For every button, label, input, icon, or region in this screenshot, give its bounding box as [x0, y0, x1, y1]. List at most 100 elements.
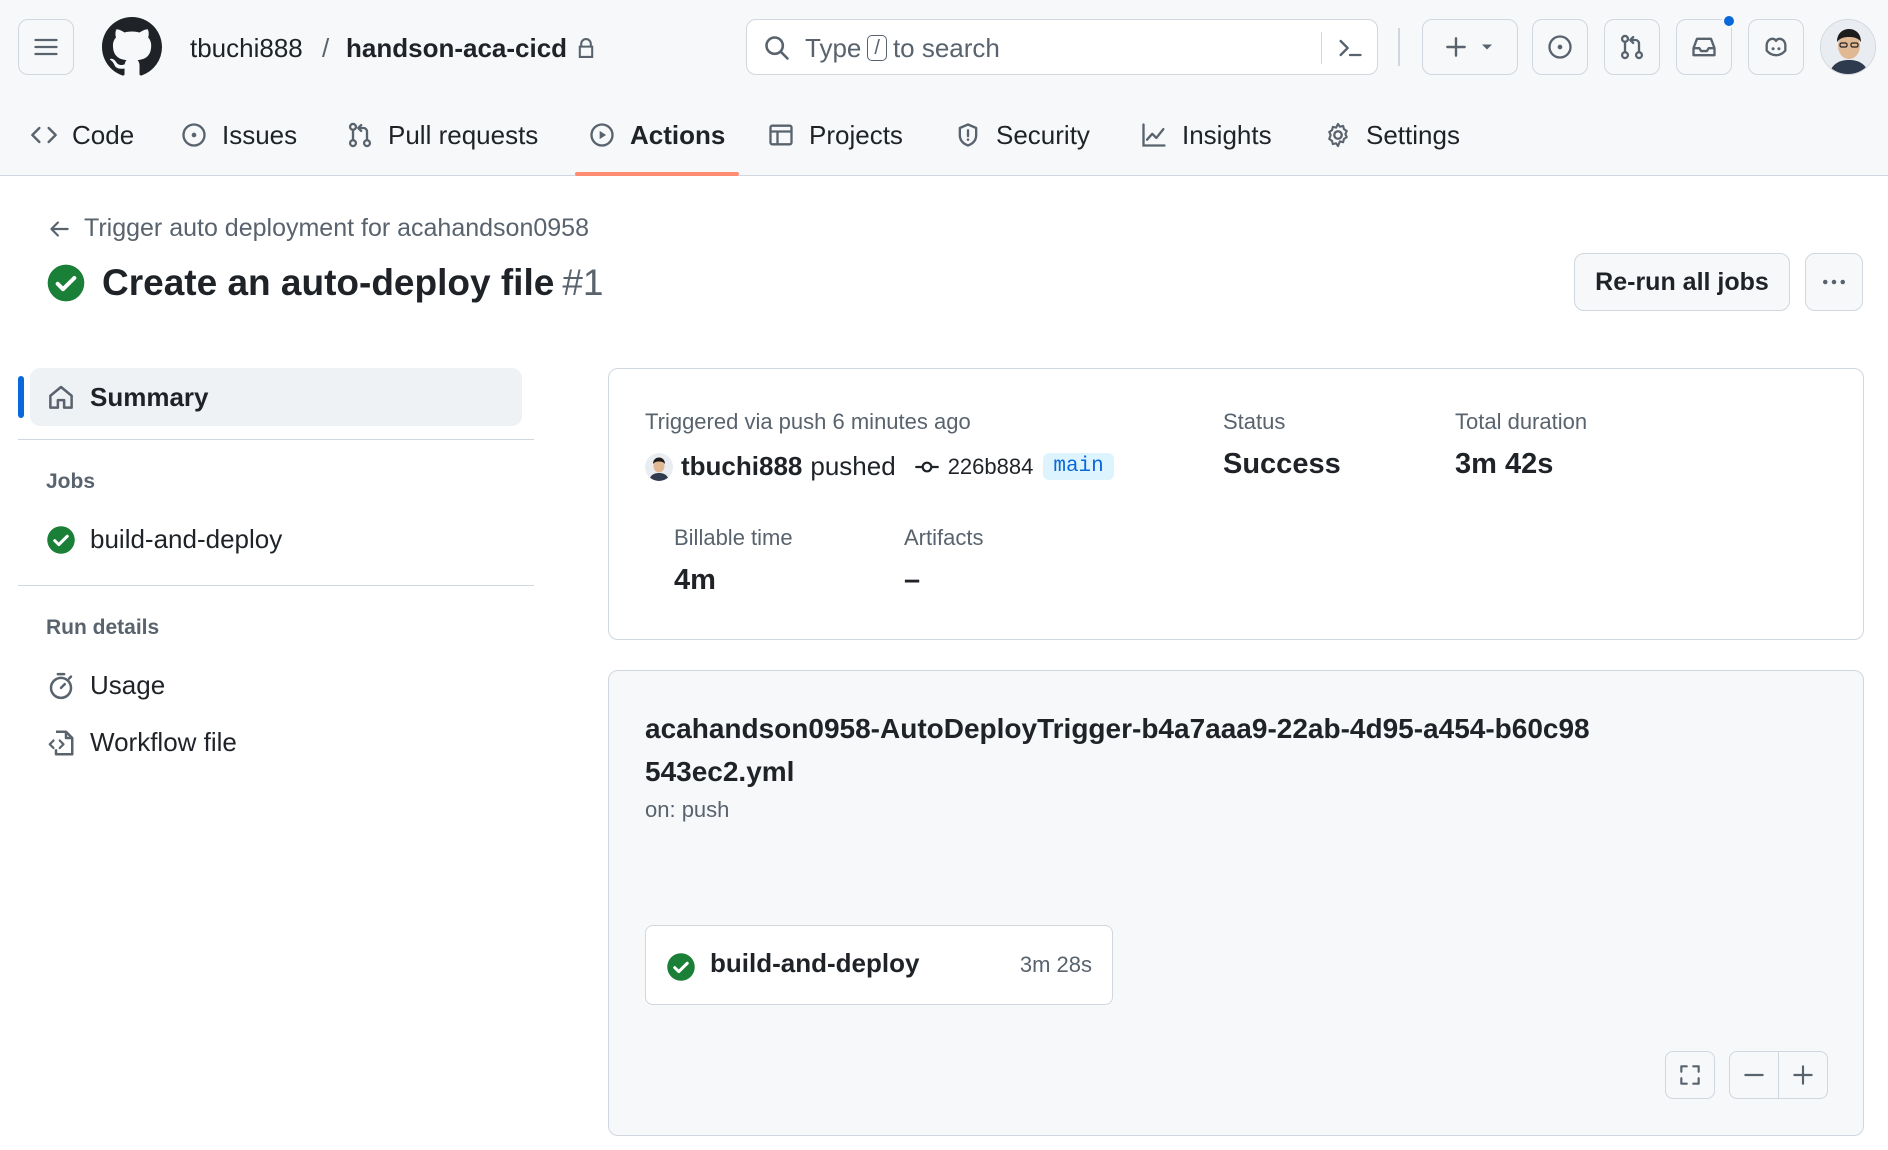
tab-issues-label: Issues	[222, 119, 298, 150]
tab-security-label: Security	[996, 119, 1090, 150]
header-divider	[1398, 28, 1400, 66]
plus-icon	[1446, 37, 1466, 57]
tab-code-label: Code	[72, 119, 135, 150]
sidebar-job-label: build-and-deploy	[90, 524, 283, 554]
billable-time-value: 4m	[674, 564, 716, 596]
git-commit-icon	[914, 461, 939, 472]
sidebar-item-workflow-file[interactable]: Workflow file	[46, 727, 237, 758]
github-logo-icon[interactable]	[102, 17, 162, 77]
tab-pull-requests[interactable]: Pull requests	[346, 110, 538, 160]
artifacts-label: Artifacts	[904, 525, 984, 550]
table-icon	[769, 124, 793, 146]
user-avatar[interactable]	[1820, 19, 1876, 75]
zoom-out-button[interactable]	[1729, 1051, 1779, 1099]
avatar-image	[1821, 20, 1875, 74]
tab-projects[interactable]: Projects	[767, 110, 903, 160]
repo-link[interactable]: handson-aca-cicd	[346, 28, 567, 68]
home-icon	[49, 385, 73, 409]
tab-actions[interactable]: Actions	[588, 110, 725, 160]
issue-icon	[1548, 35, 1572, 59]
tab-issues[interactable]: Issues	[180, 110, 297, 160]
tab-settings[interactable]: Settings	[1324, 110, 1460, 160]
kebab-horizontal-icon	[1823, 279, 1845, 285]
tab-projects-label: Projects	[809, 119, 903, 150]
run-summary-card: Triggered via push 6 minutes ago tbuchi8…	[608, 368, 1864, 640]
global-header: tbuchi888 / handson-aca-cicd Type / to s…	[0, 0, 1888, 176]
search-placeholder-prefix: Type	[805, 33, 862, 63]
jobs-heading: Jobs	[46, 470, 96, 493]
inbox-button[interactable]	[1676, 19, 1732, 75]
create-new-button[interactable]	[1422, 19, 1518, 75]
command-palette-icon[interactable]	[1335, 34, 1365, 62]
run-details-heading: Run details	[46, 616, 160, 639]
owner-link[interactable]: tbuchi888	[190, 28, 303, 68]
plus-icon	[1793, 1065, 1813, 1085]
stopwatch-icon	[49, 672, 73, 699]
tab-actions-label: Actions	[630, 119, 726, 150]
avatar-image	[645, 452, 673, 481]
code-icon	[31, 126, 57, 144]
pusher-avatar[interactable]	[645, 452, 673, 481]
shield-icon	[958, 123, 978, 147]
tab-pull-requests-label: Pull requests	[388, 119, 539, 150]
workflow-file-name: acahandson0958-AutoDeployTrigger-b4a7aaa…	[645, 713, 1590, 787]
issue-icon	[182, 123, 206, 147]
menu-button[interactable]	[18, 19, 74, 75]
check-circle-fill-icon	[667, 953, 695, 981]
issues-button[interactable]	[1532, 19, 1588, 75]
tab-insights-label: Insights	[1182, 119, 1272, 150]
run-number: #1	[562, 262, 604, 303]
job-node-duration: 3m 28s	[1019, 952, 1092, 977]
summary-selected-indicator	[18, 376, 24, 418]
fullscreen-button[interactable]	[1665, 1051, 1715, 1099]
sidebar-divider	[18, 439, 534, 440]
pull-requests-button[interactable]	[1604, 19, 1660, 75]
run-title: Create an auto-deploy file #1	[46, 262, 603, 304]
pusher-name[interactable]: tbuchi888	[681, 451, 802, 482]
branch-label[interactable]: main	[1043, 453, 1114, 480]
notification-indicator	[1722, 14, 1736, 28]
sidebar-divider	[18, 585, 534, 586]
inbox-icon	[1692, 37, 1716, 57]
triangle-down-icon	[1482, 44, 1492, 50]
sidebar-job-build-and-deploy[interactable]: build-and-deploy	[46, 524, 282, 555]
copilot-button[interactable]	[1748, 19, 1804, 75]
tab-insights[interactable]: Insights	[1140, 110, 1272, 160]
path-separator: /	[322, 33, 330, 63]
tab-security[interactable]: Security	[954, 110, 1090, 160]
search-divider	[1321, 32, 1322, 64]
commit-sha[interactable]: 226b884	[948, 454, 1034, 480]
push-info: tbuchi888 pushed 226b884 main	[645, 451, 1114, 482]
lock-icon	[578, 38, 594, 58]
graph-icon	[1142, 123, 1166, 147]
search-placeholder-suffix: to search	[892, 33, 1000, 63]
total-duration-value: 3m 42s	[1455, 448, 1554, 480]
sidebar-item-usage-label: Usage	[90, 670, 166, 700]
active-tab-underline	[575, 172, 739, 176]
minus-icon	[1744, 1073, 1764, 1077]
check-circle-fill-icon	[47, 264, 85, 302]
search-placeholder: Type / to search	[805, 30, 1000, 66]
search-icon	[765, 36, 789, 60]
sidebar-item-usage[interactable]: Usage	[46, 670, 165, 701]
check-circle-fill-icon	[47, 525, 75, 554]
sidebar-item-summary[interactable]: Summary	[30, 368, 522, 426]
workflow-graph-card: acahandson0958-AutoDeployTrigger-b4a7aaa…	[608, 670, 1864, 1136]
search-input[interactable]: Type / to search	[746, 19, 1378, 75]
artifacts-value: –	[904, 564, 921, 596]
arrow-left-icon	[50, 220, 69, 237]
back-to-workflow-link[interactable]: Trigger auto deployment for acahandson09…	[46, 214, 589, 243]
job-node-build-and-deploy[interactable]: build-and-deploy 3m 28s	[645, 925, 1113, 1005]
pull-request-icon	[348, 122, 372, 148]
status-label: Status	[1223, 409, 1286, 434]
pushed-text: pushed	[810, 451, 896, 481]
pull-request-icon	[1620, 34, 1644, 60]
hamburger-icon	[34, 38, 58, 56]
more-options-button[interactable]	[1805, 253, 1863, 311]
billable-time-label: Billable time	[674, 525, 793, 550]
status-value: Success	[1223, 448, 1341, 480]
zoom-in-button[interactable]	[1778, 1051, 1828, 1099]
gear-icon	[1328, 122, 1348, 148]
rerun-all-jobs-button[interactable]: Re-run all jobs	[1574, 253, 1790, 311]
tab-code[interactable]: Code	[30, 110, 134, 160]
